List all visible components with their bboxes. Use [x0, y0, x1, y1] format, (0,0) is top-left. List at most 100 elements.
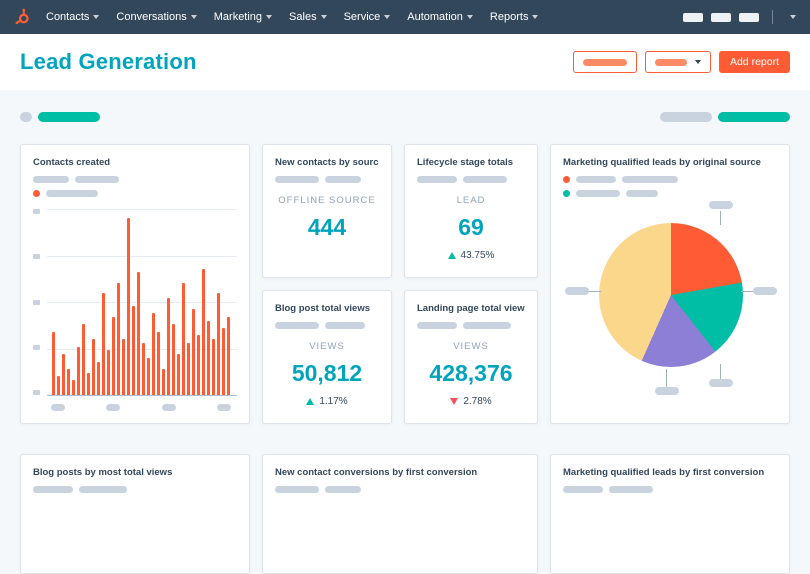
card-new-contact-conversions-by-first-conversion: New contact conversions by first convers…: [262, 454, 538, 574]
bar: [162, 368, 165, 395]
bar: [127, 218, 130, 395]
bar: [192, 309, 195, 395]
bar: [72, 380, 75, 395]
bar: [152, 313, 155, 395]
y-tick-placeholder: [33, 209, 40, 214]
metric-label: VIEWS: [453, 341, 489, 352]
bar: [177, 354, 180, 395]
chart-legend: [417, 176, 525, 183]
nav-items: Contacts Conversations Marketing Sales S…: [46, 11, 555, 23]
chevron-down-icon: [320, 15, 327, 19]
bar: [102, 292, 105, 395]
metric-value: 69: [458, 214, 484, 240]
nav-item-contacts[interactable]: Contacts: [46, 11, 100, 23]
metric-value: 444: [307, 214, 347, 240]
chart-legend: [275, 486, 525, 493]
chart-legend: [275, 322, 379, 329]
chart-legend: [33, 176, 237, 183]
y-tick-placeholder: [33, 390, 40, 395]
bar: [167, 298, 170, 395]
legend-placeholder: [275, 486, 319, 493]
dashboard-action-button[interactable]: [572, 51, 637, 73]
dashboard-grid: Contacts created New contacts by source …: [0, 144, 810, 574]
card-blog-posts-by-most-total-views: Blog posts by most total views: [20, 454, 250, 574]
bar: [187, 342, 190, 395]
filter-placeholder-teal: [38, 112, 100, 122]
nav-item-conversations[interactable]: Conversations: [116, 11, 197, 23]
metric-body: OFFLINE SOURCE 444: [275, 195, 379, 241]
add-report-button[interactable]: Add report: [718, 51, 790, 73]
y-axis-ticks: [33, 209, 41, 396]
card-blog-post-total-views: Blog post total views VIEWS 50,812 1.17%: [262, 290, 392, 424]
hubspot-logo-icon[interactable]: [14, 8, 32, 26]
nav-tool-placeholder[interactable]: [683, 12, 703, 22]
callout-line: [720, 211, 721, 225]
bar: [197, 335, 200, 395]
button-label-placeholder: [582, 58, 627, 66]
metric-label: VIEWS: [309, 341, 345, 352]
filter-placeholder: [20, 112, 32, 122]
dashboard-dropdown-button[interactable]: [644, 51, 711, 73]
nav-tool-placeholder[interactable]: [739, 12, 759, 22]
legend-placeholder: [325, 176, 361, 183]
chevron-down-icon: [694, 60, 701, 64]
delta-arrow-icon: [447, 252, 456, 259]
card-title: Marketing qualified leads by first conve…: [563, 467, 765, 478]
page-title: Lead Generation: [20, 49, 197, 74]
bar: [112, 316, 115, 395]
nav-item-label: Service: [343, 11, 381, 23]
metric-delta: 1.17%: [275, 396, 379, 407]
dashboard-name-filter[interactable]: [20, 112, 100, 122]
y-tick-placeholder: [33, 299, 40, 305]
callout-label-placeholder: [709, 379, 733, 387]
bar: [107, 350, 110, 395]
delta-value: 2.78%: [463, 396, 492, 407]
bar: [142, 342, 145, 395]
header-actions: Add report: [572, 51, 790, 73]
card-title: Lifecycle stage totals: [417, 157, 514, 168]
card-title: New contacts by source: [275, 157, 379, 168]
date-range-filter[interactable]: [660, 112, 790, 122]
bar: [122, 339, 125, 395]
legend-dot-orange: [563, 176, 570, 183]
metric-value: 50,812: [291, 360, 363, 386]
chart-legend: [563, 486, 777, 493]
legend-placeholder: [609, 486, 653, 493]
card-title: Contacts created: [33, 157, 111, 168]
callout-line: [720, 364, 721, 379]
bar-chart-wrap: [33, 209, 237, 396]
bar: [52, 331, 55, 395]
nav-item-marketing[interactable]: Marketing: [214, 11, 273, 23]
bar: [77, 346, 80, 395]
chevron-down-icon: [532, 15, 539, 19]
button-label-placeholder: [654, 58, 687, 66]
legend-dot-orange: [33, 190, 40, 197]
nav-item-label: Conversations: [116, 11, 187, 23]
chevron-down-icon: [93, 15, 100, 19]
bar: [182, 283, 185, 395]
nav-item-service[interactable]: Service: [344, 11, 391, 23]
bar: [67, 368, 70, 395]
nav-tool-placeholder[interactable]: [711, 12, 731, 22]
bar-chart-bars: [52, 209, 232, 395]
nav-item-automation[interactable]: Automation: [407, 11, 473, 23]
metric-body: LEAD 69 43.75%: [417, 195, 525, 261]
nav-item-label: Contacts: [46, 11, 90, 23]
bar: [87, 372, 90, 395]
nav-item-reports[interactable]: Reports: [490, 11, 539, 23]
chart-legend: [275, 176, 379, 183]
pie-chart-area: [563, 201, 777, 411]
bar: [62, 354, 65, 395]
legend-placeholder: [325, 322, 365, 329]
account-chevron-down-icon[interactable]: [790, 15, 796, 19]
y-tick-placeholder: [33, 254, 40, 260]
legend-placeholder: [463, 322, 511, 329]
nav-item-sales[interactable]: Sales: [289, 11, 327, 23]
metric-delta: 2.78%: [417, 396, 525, 407]
card-title: Marketing qualified leads by original so…: [563, 157, 761, 168]
delta-arrow-icon: [450, 398, 459, 405]
legend-placeholder: [33, 176, 69, 183]
bar: [97, 361, 100, 395]
legend-placeholder: [417, 322, 457, 329]
bar: [157, 331, 160, 395]
